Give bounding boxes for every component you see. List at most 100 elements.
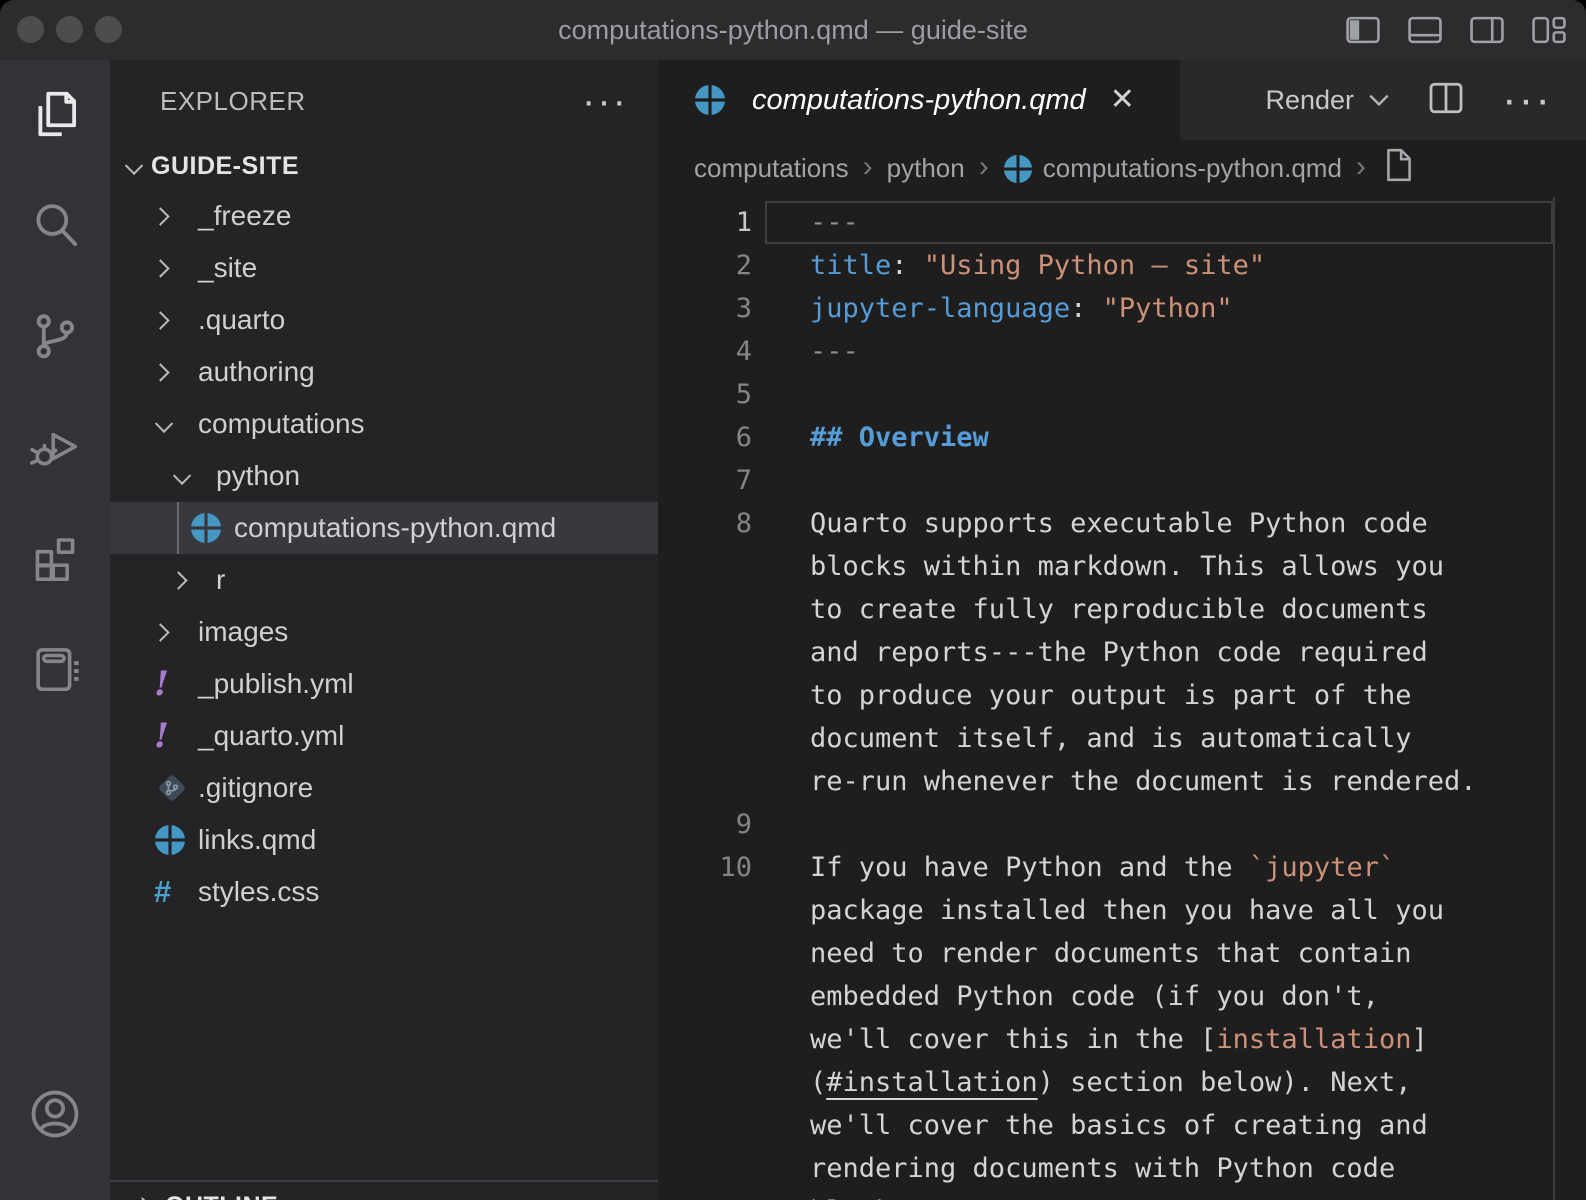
line-number xyxy=(658,889,752,932)
tree-item-r[interactable]: r xyxy=(110,554,658,606)
tree-item-styles-css[interactable]: # styles.css xyxy=(110,866,658,918)
tab-computations-python[interactable]: computations-python.qmd ✕ xyxy=(658,60,1180,140)
line-content: Quarto supports executable Python code xyxy=(810,502,1428,545)
render-button[interactable]: Render xyxy=(1265,85,1390,116)
explorer-icon[interactable] xyxy=(27,86,83,142)
layout-controls xyxy=(1344,11,1568,49)
line-number: 6 xyxy=(658,416,752,459)
section-label: GUIDE-SITE xyxy=(151,152,299,181)
tree-item-label: styles.css xyxy=(198,876,319,908)
code-line-4[interactable]: 4--- xyxy=(658,330,1586,373)
code-line-wrap[interactable]: (#installation) section below). Next, xyxy=(658,1061,1586,1104)
code-line-2[interactable]: 2title: "Using Python — site" xyxy=(658,244,1586,287)
tree-item-python[interactable]: python xyxy=(110,450,658,502)
chevron-right-icon xyxy=(154,210,190,223)
code-line-10[interactable]: 10If you have Python and the `jupyter` xyxy=(658,846,1586,889)
code-area[interactable]: 1---2title: "Using Python — site"3jupyte… xyxy=(658,197,1586,1200)
tree-item--site[interactable]: _site xyxy=(110,242,658,294)
line-content: document itself, and is automatically xyxy=(810,717,1411,760)
code-line-9[interactable]: 9 xyxy=(658,803,1586,846)
section-header-guide-site[interactable]: GUIDE-SITE xyxy=(110,142,658,190)
tree-item-computations-python-qmd[interactable]: computations-python.qmd xyxy=(110,502,658,554)
tree-item--freeze[interactable]: _freeze xyxy=(110,190,658,242)
quarto-file-icon xyxy=(694,84,726,116)
tree-item--publish-yml[interactable]: !_publish.yml xyxy=(110,658,658,710)
line-content: --- xyxy=(810,201,859,244)
line-content: to create fully reproducible documents xyxy=(810,588,1428,631)
code-line-wrap[interactable]: re-run whenever the document is rendered… xyxy=(658,760,1586,803)
close-window-button[interactable] xyxy=(17,16,44,43)
line-number: 9 xyxy=(658,803,752,846)
git-icon xyxy=(154,769,190,807)
tree-item--quarto[interactable]: .quarto xyxy=(110,294,658,346)
toggle-secondary-sidebar-icon[interactable] xyxy=(1468,11,1506,49)
code-line-7[interactable]: 7 xyxy=(658,459,1586,502)
css-icon: # xyxy=(154,874,171,910)
line-content: (#installation) section below). Next, xyxy=(810,1061,1411,1104)
code-line-wrap[interactable]: need to render documents that contain xyxy=(658,932,1586,975)
code-line-wrap[interactable]: blocks xyxy=(658,1190,1586,1200)
line-number xyxy=(658,588,752,631)
run-and-debug-icon[interactable] xyxy=(27,419,83,475)
file-symbol-icon[interactable] xyxy=(1382,147,1416,190)
split-editor-icon[interactable] xyxy=(1426,78,1466,123)
yaml-icon: ! xyxy=(154,719,169,753)
breadcrumb-python[interactable]: python xyxy=(887,153,965,184)
render-label: Render xyxy=(1265,85,1354,116)
account-icon[interactable] xyxy=(27,1086,83,1142)
minimize-window-button[interactable] xyxy=(56,16,83,43)
more-actions-icon[interactable]: ··· xyxy=(1502,90,1552,110)
code-line-1[interactable]: 1--- xyxy=(658,201,1586,244)
line-number xyxy=(658,631,752,674)
code-line-5[interactable]: 5 xyxy=(658,373,1586,416)
code-line-wrap[interactable]: blocks within markdown. This allows you xyxy=(658,545,1586,588)
code-line-wrap[interactable]: we'll cover this in the [installation] xyxy=(658,1018,1586,1061)
traffic-lights xyxy=(17,16,122,43)
line-number xyxy=(658,1190,752,1200)
line-number xyxy=(658,1104,752,1147)
tree-item-authoring[interactable]: authoring xyxy=(110,346,658,398)
search-icon[interactable] xyxy=(27,197,83,253)
code-line-wrap[interactable]: we'll cover the basics of creating and xyxy=(658,1104,1586,1147)
code-line-wrap[interactable]: to create fully reproducible documents xyxy=(658,588,1586,631)
git-icon xyxy=(154,769,190,807)
editor-group: computations-python.qmd ✕ Render xyxy=(658,60,1586,1200)
line-content: to produce your output is part of the xyxy=(810,674,1411,717)
notebook-icon[interactable] xyxy=(27,641,83,697)
code-line-wrap[interactable]: embedded Python code (if you don't, xyxy=(658,975,1586,1018)
line-content: title: "Using Python — site" xyxy=(810,244,1265,287)
code-line-3[interactable]: 3jupyter-language: "Python" xyxy=(658,287,1586,330)
code-line-wrap[interactable]: rendering documents with Python code xyxy=(658,1147,1586,1190)
line-number: 8 xyxy=(658,502,752,545)
close-tab-icon[interactable]: ✕ xyxy=(1110,85,1135,115)
indent-guide xyxy=(177,502,179,554)
tree-item--quarto-yml[interactable]: !_quarto.yml xyxy=(110,710,658,762)
tree-item-images[interactable]: images xyxy=(110,606,658,658)
code-line-6[interactable]: 6## Overview xyxy=(658,416,1586,459)
explorer-more-actions-icon[interactable]: ··· xyxy=(582,91,628,111)
code-line-wrap[interactable]: to produce your output is part of the xyxy=(658,674,1586,717)
tree-item-computations[interactable]: computations xyxy=(110,398,658,450)
code-line-wrap[interactable]: document itself, and is automatically xyxy=(658,717,1586,760)
line-content: we'll cover this in the [installation] xyxy=(810,1018,1428,1061)
sidebar-header: EXPLORER ··· xyxy=(110,60,658,142)
breadcrumb-computations[interactable]: computations xyxy=(694,153,849,184)
tree-item-links-qmd[interactable]: links.qmd xyxy=(110,814,658,866)
breadcrumb-file[interactable]: computations-python.qmd xyxy=(1043,153,1342,184)
toggle-primary-sidebar-icon[interactable] xyxy=(1344,11,1382,49)
tree-item--gitignore[interactable]: .gitignore xyxy=(110,762,658,814)
code-line-wrap[interactable]: package installed then you have all you xyxy=(658,889,1586,932)
chevron-right-icon xyxy=(154,262,190,275)
toggle-panel-icon[interactable] xyxy=(1406,11,1444,49)
source-control-icon[interactable] xyxy=(27,308,83,364)
zoom-window-button[interactable] xyxy=(95,16,122,43)
outline-section-header[interactable]: OUTLINE xyxy=(110,1180,658,1200)
chevron-right-icon: › xyxy=(979,150,989,184)
tree-item-label: computations xyxy=(198,408,365,440)
line-number xyxy=(658,674,752,717)
code-line-wrap[interactable]: and reports---the Python code required xyxy=(658,631,1586,674)
line-content: embedded Python code (if you don't, xyxy=(810,975,1379,1018)
code-line-8[interactable]: 8 Quarto supports executable Python code xyxy=(658,502,1586,545)
customize-layout-icon[interactable] xyxy=(1530,11,1568,49)
extensions-icon[interactable] xyxy=(27,530,83,586)
